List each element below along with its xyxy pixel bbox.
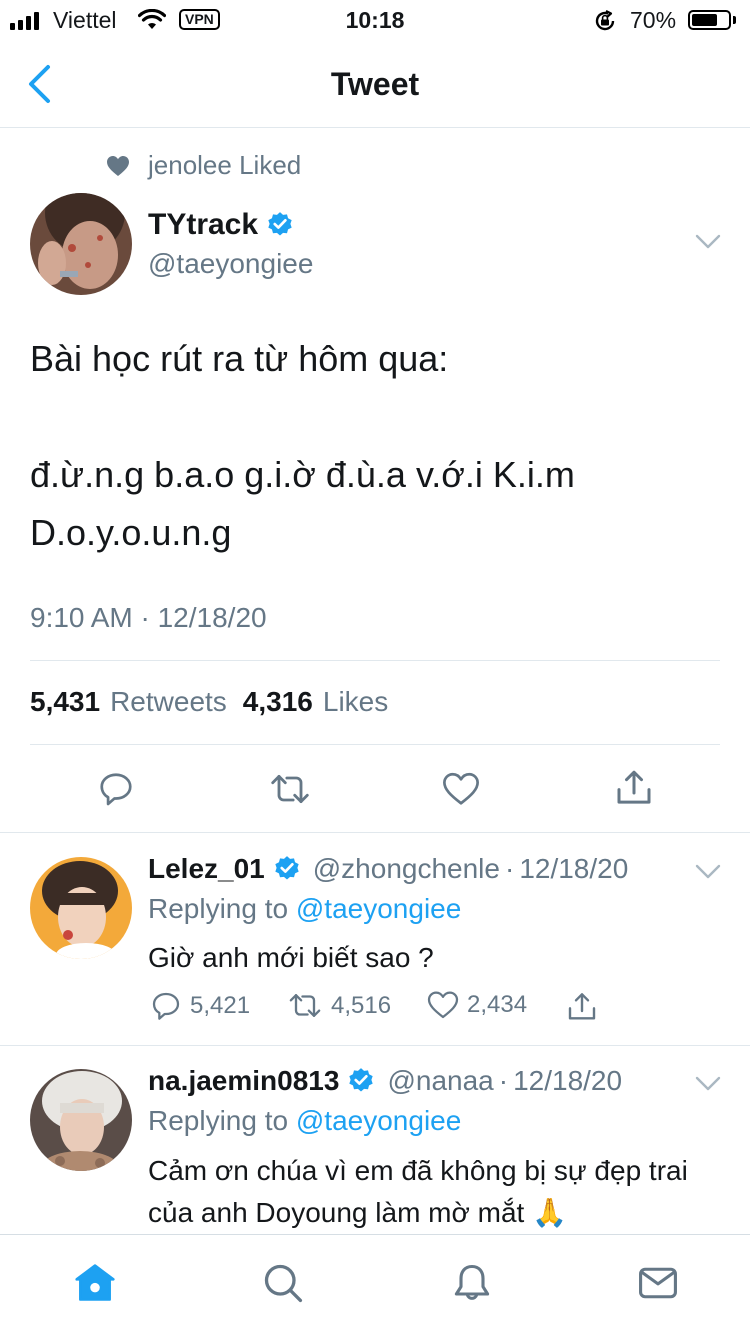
avatar-photo [30, 857, 132, 959]
share-button[interactable] [614, 768, 654, 808]
divider [30, 660, 720, 661]
battery-fill [692, 14, 717, 26]
heart-filled-icon [107, 155, 129, 176]
home-icon [75, 1264, 115, 1301]
battery-nub [733, 16, 736, 24]
reply-author-handle[interactable]: @zhongchenle [313, 853, 500, 885]
share-icon [568, 993, 596, 1020]
tweet-stats: 5,431 Retweets 4,316 Likes [30, 686, 394, 718]
heart-icon [427, 991, 459, 1019]
divider [30, 744, 720, 745]
reply-author-handle[interactable]: @nanaa [387, 1065, 493, 1097]
retweets-label[interactable]: Retweets [110, 686, 227, 718]
divider [0, 1045, 750, 1046]
reply-button[interactable] [97, 770, 135, 808]
like-count[interactable]: 4,316 [243, 686, 313, 718]
chevron-down-icon [695, 1076, 721, 1091]
separator-dot: · [498, 1065, 509, 1096]
battery-percent: 70% [630, 7, 677, 33]
reply-count: 5,421 [190, 992, 251, 1019]
like-count: 2,434 [467, 991, 528, 1018]
reply-date: 12/18/20 [513, 1065, 623, 1096]
likes-label[interactable]: Likes [323, 686, 388, 718]
reply-author-name[interactable]: Lelez_01 [148, 853, 265, 885]
author-handle[interactable]: @taeyongiee [148, 248, 313, 280]
reply-more-button[interactable] [695, 864, 721, 880]
reply-text: Cảm ơn chúa vì em đã không bị sự đẹp tra… [148, 1155, 688, 1228]
tab-notifications[interactable] [450, 1261, 494, 1305]
share-icon [617, 770, 651, 804]
retweet-icon [289, 994, 321, 1017]
reply-share-button[interactable] [566, 991, 598, 1023]
separator-dot: · [504, 853, 515, 884]
verified-badge-icon [349, 1068, 374, 1092]
retweet-icon [271, 775, 309, 803]
heart-icon [443, 772, 479, 805]
retweet-button[interactable] [268, 770, 312, 808]
retweet-count: 4,516 [331, 991, 392, 1019]
retweet-count[interactable]: 5,431 [30, 686, 100, 718]
tweet-timestamp: 9:10 AM · 12/18/20 [30, 602, 267, 633]
reply-header: na.jaemin0813 @nanaa · 12/18/20 [148, 1065, 622, 1097]
author-name-row[interactable]: TYtrack [148, 208, 294, 242]
replying-to: Replying to @taeyongiee [148, 1105, 461, 1137]
reply-like-button[interactable]: 2,434 [427, 990, 527, 1020]
reply-avatar[interactable] [30, 857, 132, 959]
verified-badge-icon [268, 212, 292, 236]
chevron-down-icon [695, 234, 721, 249]
replying-to-prefix: Replying to [148, 1105, 289, 1136]
avatar-photo [30, 193, 132, 295]
verified-badge-icon [275, 856, 299, 880]
tab-messages[interactable] [636, 1261, 680, 1305]
page-title: Tweet [330, 66, 420, 102]
tweet-text: Bài học rút ra từ hôm qua: đ.ừ.n.g b.a.o… [30, 338, 575, 553]
tab-search[interactable] [261, 1261, 305, 1305]
reply-reply-button[interactable]: 5,421 [150, 990, 250, 1022]
chevron-down-icon [695, 864, 721, 879]
notifications-icon [454, 1264, 490, 1300]
replying-to-mention[interactable]: @taeyongiee [296, 1105, 461, 1136]
social-context-label: jenolee Liked [148, 150, 302, 180]
reply-date: 12/18/20 [519, 853, 629, 884]
nav-bar: Tweet [0, 40, 750, 128]
tab-home[interactable] [73, 1261, 117, 1305]
reply-header: Lelez_01 @zhongchenle · 12/18/20 [148, 853, 628, 885]
tweet-more-button[interactable] [695, 234, 721, 250]
reply-author-name[interactable]: na.jaemin0813 [148, 1065, 339, 1097]
social-context[interactable]: jenolee Liked [106, 150, 301, 181]
replying-to: Replying to @taeyongiee [148, 893, 461, 925]
messages-icon [639, 1267, 677, 1299]
tab-bar [0, 1234, 750, 1334]
reply-text: Giờ anh mới biết sao ? [148, 942, 434, 973]
avatar-photo [30, 1069, 132, 1171]
status-bar: Viettel VPN 10:18 70% [0, 0, 750, 40]
reply-more-button[interactable] [695, 1076, 721, 1092]
rotation-lock-icon [593, 9, 617, 33]
author-name: TYtrack [148, 208, 259, 241]
search-icon [264, 1264, 303, 1303]
replying-to-prefix: Replying to [148, 893, 289, 924]
replying-to-mention[interactable]: @taeyongiee [296, 893, 461, 924]
battery-icon [688, 10, 731, 30]
reply-avatar[interactable] [30, 1069, 132, 1171]
like-button[interactable] [442, 771, 480, 807]
reply-retweet-button[interactable]: 4,516 [287, 990, 391, 1021]
reply-icon [100, 773, 132, 806]
divider [0, 832, 750, 833]
author-avatar[interactable] [30, 193, 132, 295]
reply-icon [152, 992, 180, 1020]
